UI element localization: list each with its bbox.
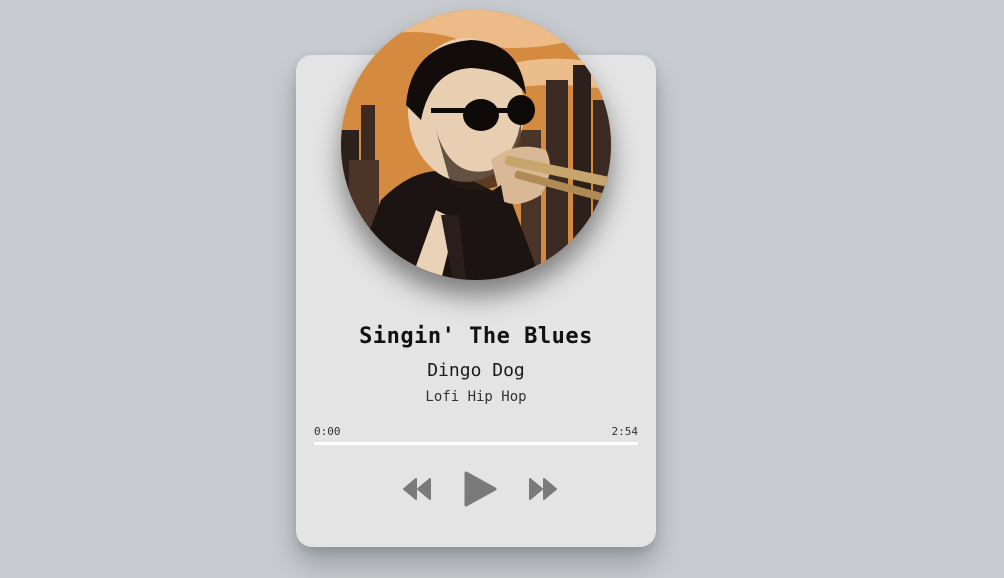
current-time: 0:00 [314, 425, 341, 438]
fast-forward-icon[interactable] [528, 478, 558, 500]
track-genre: Lofi Hip Hop [425, 389, 527, 405]
album-cover [341, 10, 611, 280]
rewind-icon[interactable] [402, 478, 432, 500]
track-duration: 2:54 [611, 425, 639, 438]
track-title: Singin' The Blues [359, 324, 593, 349]
music-player-page: Singin' The Blues Dingo Dog Lofi Hip Hop… [0, 0, 1004, 578]
album-art-illustration [341, 10, 611, 280]
progress-bar[interactable] [314, 442, 638, 445]
track-artist: Dingo Dog [427, 360, 525, 381]
play-icon[interactable] [462, 470, 498, 508]
